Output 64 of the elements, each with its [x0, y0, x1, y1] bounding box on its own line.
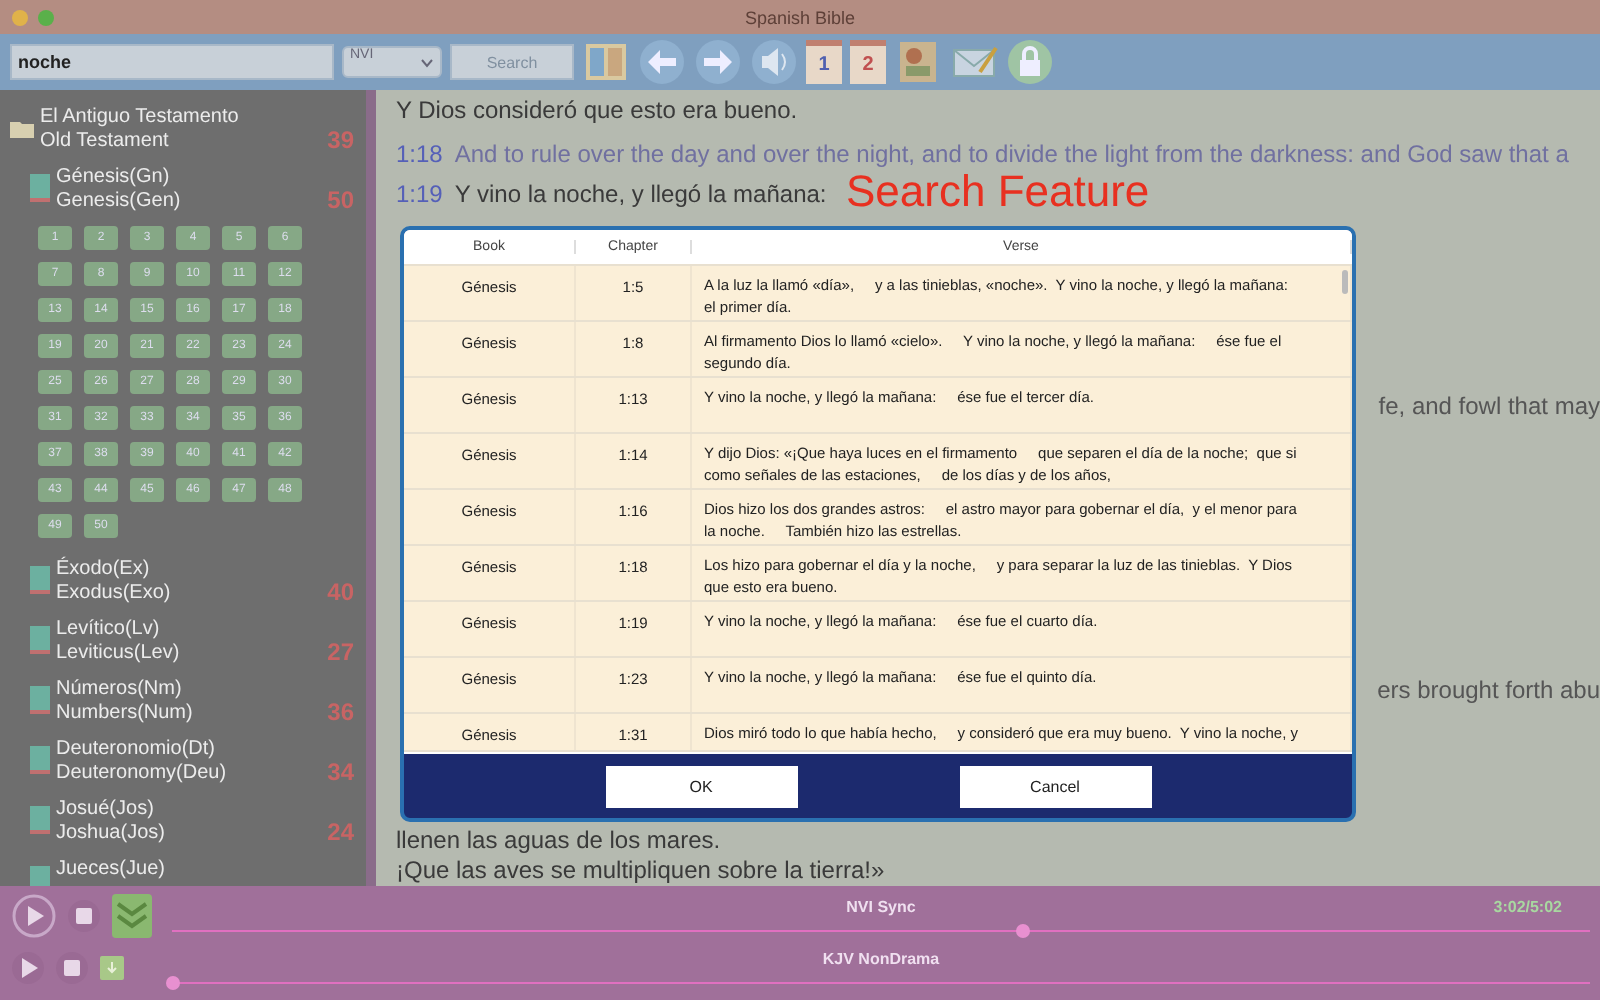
- book-name-english[interactable]: Old Testament: [40, 130, 322, 154]
- verse-text: Y Dios consideró que esto era bueno.: [396, 96, 798, 124]
- window-title: Spanish Bible: [744, 7, 856, 27]
- book-name-spanish[interactable]: Deuteronomio(Dt): [56, 738, 322, 762]
- book-name-spanish[interactable]: Levítico(Lv): [56, 618, 322, 642]
- search-field[interactable]: noche: [10, 44, 334, 80]
- book-name-english[interactable]: Numbers(Num): [56, 702, 322, 726]
- track-name: NVI Sync: [846, 898, 916, 916]
- page-button[interactable]: 2: [850, 40, 886, 84]
- maximize-button[interactable]: [38, 9, 54, 25]
- stop-button[interactable]: [68, 900, 100, 932]
- folder-icon: [10, 118, 34, 138]
- chapter-count: 40: [327, 578, 354, 606]
- book-name-english[interactable]: Leviticus(Lev): [56, 642, 322, 666]
- chapter-count: 24: [327, 818, 354, 846]
- verse-text: ¡Que las aves se multipliquen sobre la tierra!»: [396, 856, 887, 886]
- chevron-icon: [420, 58, 434, 68]
- book-icon: [30, 686, 50, 714]
- chapter-count: 39: [327, 126, 354, 154]
- minimize-button[interactable]: [12, 9, 28, 25]
- verse-text: fe, and fowl that may: [1378, 392, 1600, 420]
- chapter-count: 34: [327, 758, 354, 786]
- book-name-spanish[interactable]: Éxodo(Ex): [56, 558, 322, 582]
- book-icon: [30, 626, 50, 654]
- lock-icon[interactable]: [1006, 36, 1054, 88]
- verse-text: llenen las aguas de los mares.: [396, 826, 723, 856]
- book-name-spanish[interactable]: Josué(Jos): [56, 798, 322, 822]
- scrollbar-thumb[interactable]: [1342, 270, 1348, 294]
- search-button[interactable]: Search: [450, 44, 574, 80]
- play-button[interactable]: [12, 952, 44, 984]
- speaker-icon[interactable]: [750, 36, 798, 88]
- download-icon[interactable]: [100, 956, 124, 980]
- track-name: KJV NonDrama: [822, 950, 940, 968]
- book-name-english[interactable]: Deuteronomy(Deu): [56, 762, 322, 786]
- chapter-count: 36: [327, 698, 354, 726]
- book-name-spanish[interactable]: El Antiguo Testamento: [40, 106, 322, 130]
- chapter-count: 50: [327, 186, 354, 214]
- book-name-spanish[interactable]: Jueces(Jue): [56, 858, 354, 882]
- annotation-caption: Search Feature: [846, 170, 1150, 214]
- progress-thumb[interactable]: [166, 976, 180, 990]
- verse-text: Y vino la noche, y llegó la mañana:: [454, 180, 827, 208]
- book-name-english[interactable]: Exodus(Exo): [56, 582, 322, 606]
- cancel-button[interactable]: Cancel: [959, 765, 1151, 807]
- verse-text: ers brought forth abu: [1377, 676, 1600, 704]
- verse-number[interactable]: 1:19: [396, 180, 443, 208]
- play-button[interactable]: [12, 894, 56, 938]
- book-name-english[interactable]: Joshua(Jos): [56, 822, 322, 846]
- chapter-count: 27: [327, 638, 354, 666]
- chevron-down-icon[interactable]: [112, 894, 152, 938]
- stop-button[interactable]: [56, 952, 88, 984]
- book-name-english[interactable]: Genesis(Gen): [56, 190, 322, 214]
- book-icon: [30, 566, 50, 594]
- book-name-spanish[interactable]: Génesis(Gn): [56, 166, 322, 190]
- book-icon: [30, 174, 50, 202]
- ok-button[interactable]: OK: [605, 765, 797, 807]
- verse-text: And to rule over the day and over the night, and to divide the light from the darkness: and God saw that a: [454, 140, 1569, 168]
- page-button[interactable]: 1: [806, 40, 842, 84]
- book-name-spanish[interactable]: Números(Nm): [56, 678, 322, 702]
- verse-number[interactable]: 1:18: [396, 140, 443, 168]
- picture-icon[interactable]: [894, 36, 942, 88]
- progress-thumb[interactable]: [1016, 924, 1031, 938]
- track-time: 3:02/5:02: [1493, 898, 1562, 916]
- book-icon: [30, 746, 50, 774]
- book-icon: [30, 806, 50, 834]
